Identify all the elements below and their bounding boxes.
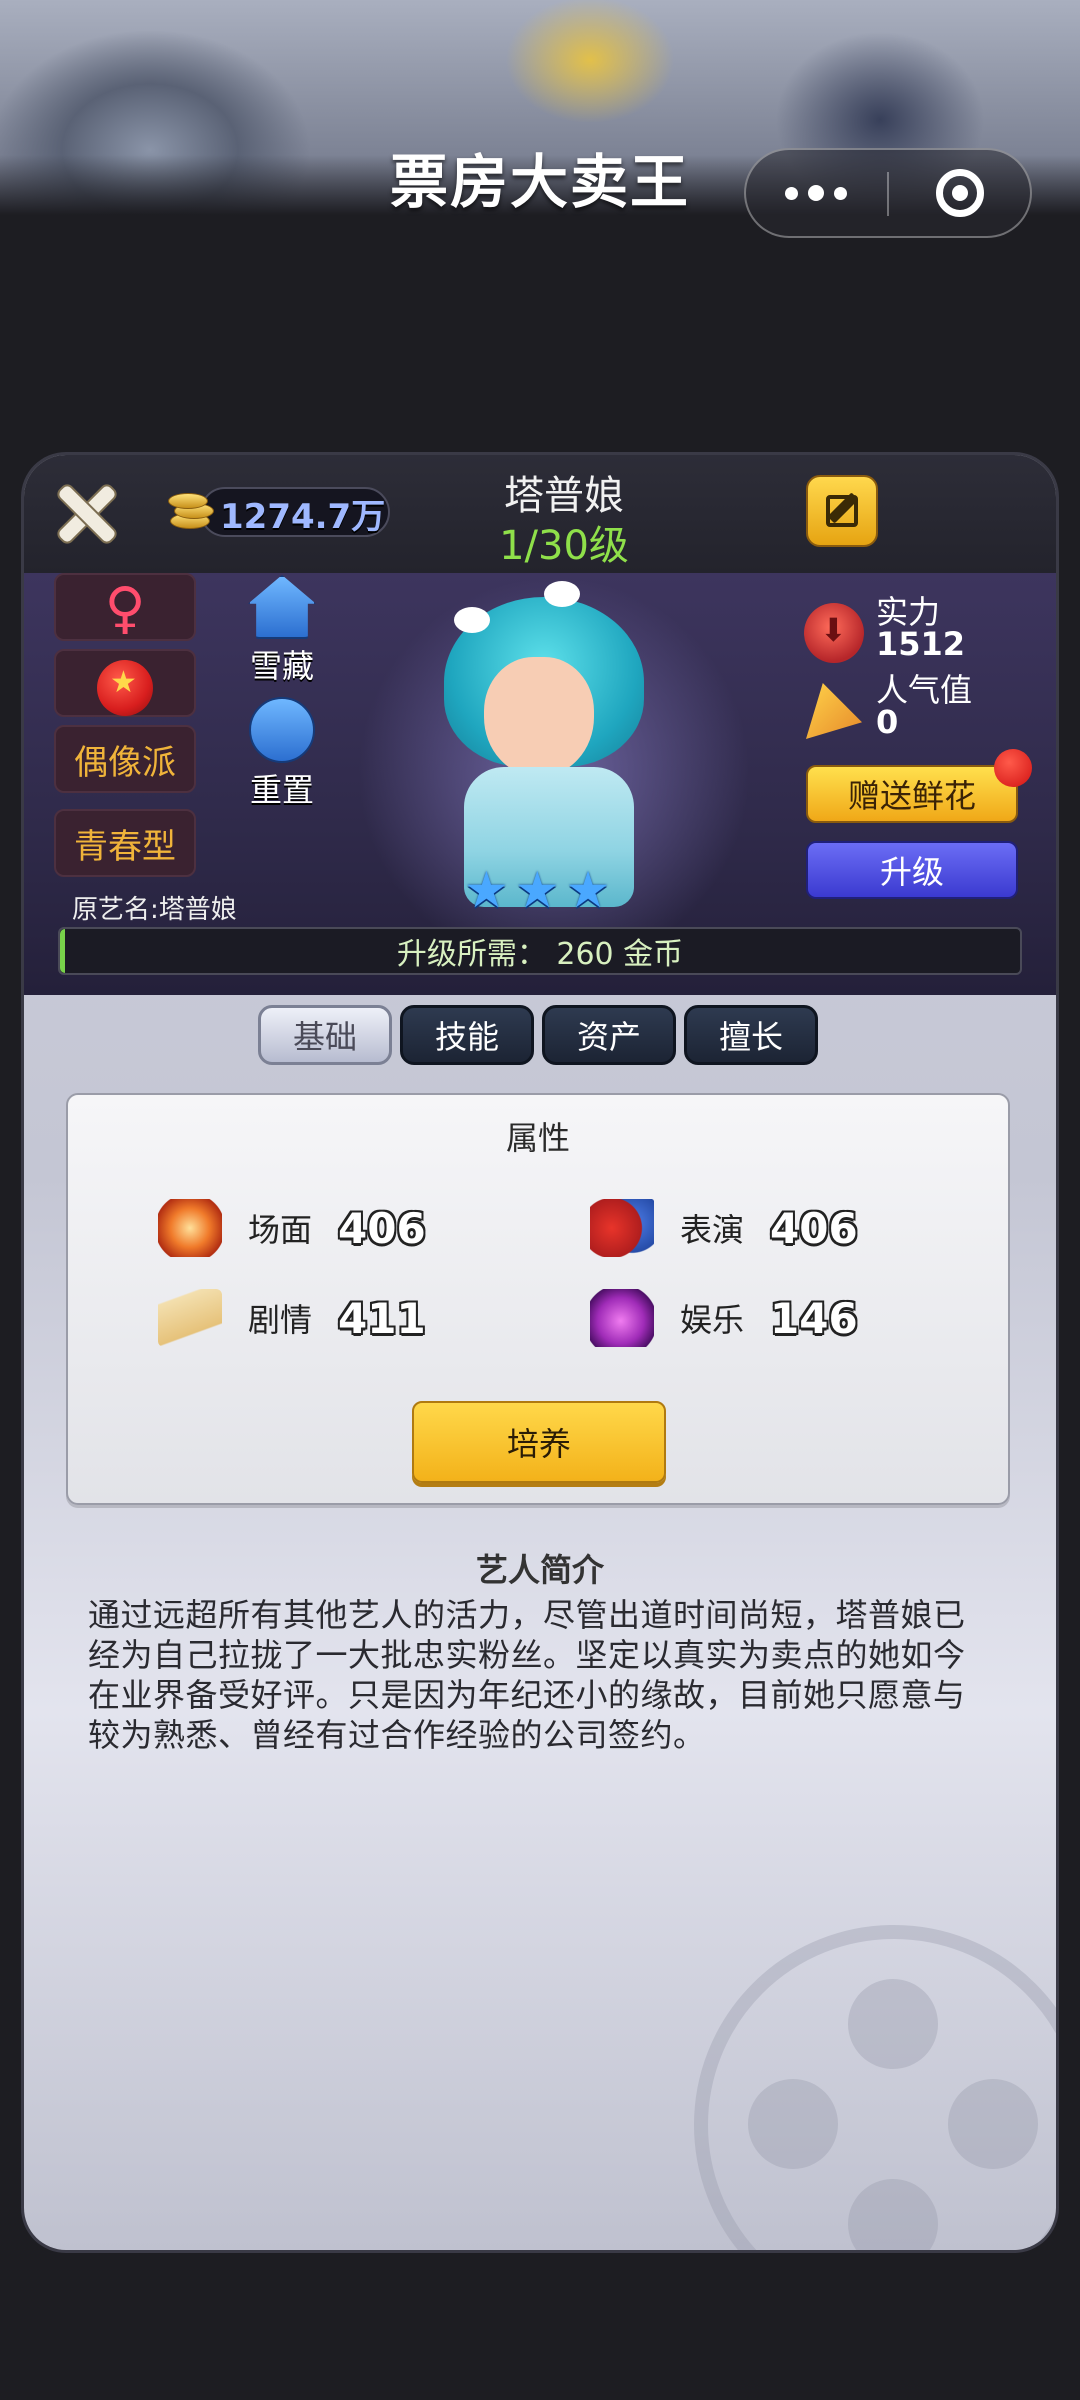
attribute-scene: 场面 406 — [158, 1199, 426, 1257]
coin-value: 1274.7万 — [220, 497, 386, 537]
star-icon: ★ — [514, 861, 560, 919]
upgrade-button[interactable]: 升级 — [806, 841, 1018, 899]
shelve-button[interactable]: 雪藏 — [242, 575, 322, 687]
artist-level: 1/30级 — [499, 523, 629, 569]
refresh-icon — [249, 697, 315, 763]
mini-program-capsule — [744, 148, 1032, 238]
intro-title: 艺人简介 — [475, 1551, 604, 1589]
disco-ball-icon — [590, 1289, 654, 1347]
attribute-performance: 表演 406 — [590, 1199, 858, 1257]
popularity-value: 0 — [876, 703, 899, 741]
send-flowers-button[interactable]: 赠送鲜花 — [806, 765, 1018, 823]
tag-youth: 青春型 — [54, 809, 196, 877]
tag-idol: 偶像派 — [54, 725, 196, 793]
detail-tabs: 基础 技能 资产 擅长 — [258, 1005, 818, 1065]
tab-assets[interactable]: 资产 — [542, 1005, 676, 1065]
app-title: 票房大卖王 — [389, 148, 690, 216]
edit-name-button[interactable] — [806, 475, 878, 547]
star-icon: ★ — [565, 861, 611, 919]
china-flag-icon — [97, 660, 153, 716]
close-circle-icon[interactable] — [936, 169, 984, 217]
upgrade-requirement: 升级所需： 260 金币 — [396, 937, 684, 972]
house-icon — [248, 575, 316, 639]
star-icon: ★ — [464, 861, 509, 919]
nationality-badge — [54, 649, 196, 717]
power-value: 1512 — [876, 625, 966, 663]
coins-icon — [164, 487, 216, 535]
tab-basic[interactable]: 基础 — [258, 1005, 392, 1065]
attributes-panel: 属性 场面 406 表演 406 剧情 411 娱乐 146 培养 — [66, 1093, 1010, 1505]
tab-skills[interactable]: 技能 — [400, 1005, 534, 1065]
gender-badge: ♀ — [54, 573, 196, 641]
star-rating: ★ ★ ★ — [464, 865, 610, 915]
stage-name: 原艺名:塔普娘 — [72, 895, 237, 925]
party-popper-icon — [806, 683, 862, 739]
more-dots-icon[interactable] — [746, 150, 886, 236]
artist-detail-card: 1274.7万 塔普娘 1/30级 ♀ 偶像派 青春型 雪藏 重置 原艺名:塔普… — [24, 455, 1056, 2250]
train-button[interactable]: 培养 — [412, 1401, 666, 1483]
attribute-plot: 剧情 411 — [158, 1289, 426, 1347]
capsule-divider — [887, 172, 889, 216]
tab-specialty[interactable]: 擅长 — [684, 1005, 818, 1065]
notification-dot — [994, 749, 1032, 787]
female-icon: ♀ — [104, 576, 146, 641]
theater-masks-icon — [590, 1199, 654, 1257]
intro-text: 通过远超所有其他艺人的活力，尽管出道时间尚短，塔普娘已经为自己拉拢了一大批忠实粉… — [88, 1596, 966, 1754]
film-reel-icon — [694, 1925, 1056, 2250]
attributes-title: 属性 — [505, 1119, 570, 1157]
upgrade-progress-bar: 升级所需： 260 金币 — [58, 927, 1022, 975]
close-icon[interactable] — [54, 481, 118, 545]
attribute-entertainment: 娱乐 146 — [590, 1289, 858, 1347]
explosion-icon — [158, 1199, 222, 1257]
artist-hero: ♀ 偶像派 青春型 雪藏 重置 原艺名:塔普娘 ★ ★ — [24, 573, 1056, 995]
artist-portrait — [394, 577, 694, 907]
card-header: 1274.7万 塔普娘 1/30级 — [24, 455, 1056, 575]
book-icon — [158, 1289, 222, 1347]
power-icon — [804, 603, 864, 663]
reset-button[interactable]: 重置 — [242, 697, 322, 811]
